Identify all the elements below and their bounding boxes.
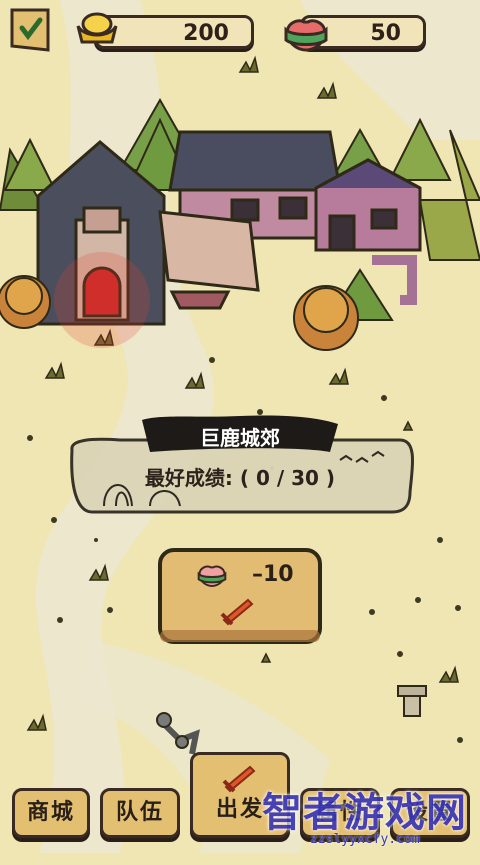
stage-name: 巨鹿城郊 [200, 426, 280, 450]
gold-amount: 200 [183, 21, 229, 46]
peach-amount: 50 [370, 21, 401, 46]
best-score: 最好成绩: ( 0 / 30 ) [144, 466, 336, 490]
peach-icon [197, 565, 227, 588]
watermark-text: 智者游戏网 [262, 790, 467, 836]
start-battle-button[interactable] [158, 548, 320, 644]
sword-icon [220, 598, 254, 626]
gold-ingot-icon [74, 8, 120, 50]
watermark-url: zzslyyxcfy.com [310, 832, 420, 847]
tab-shop[interactable]: 商城 [12, 788, 90, 838]
peach-icon [282, 6, 330, 52]
back-button[interactable] [6, 6, 54, 54]
start-cost: –10 [252, 562, 294, 587]
sword-icon [222, 765, 256, 793]
tab-team[interactable]: 队伍 [100, 788, 180, 838]
